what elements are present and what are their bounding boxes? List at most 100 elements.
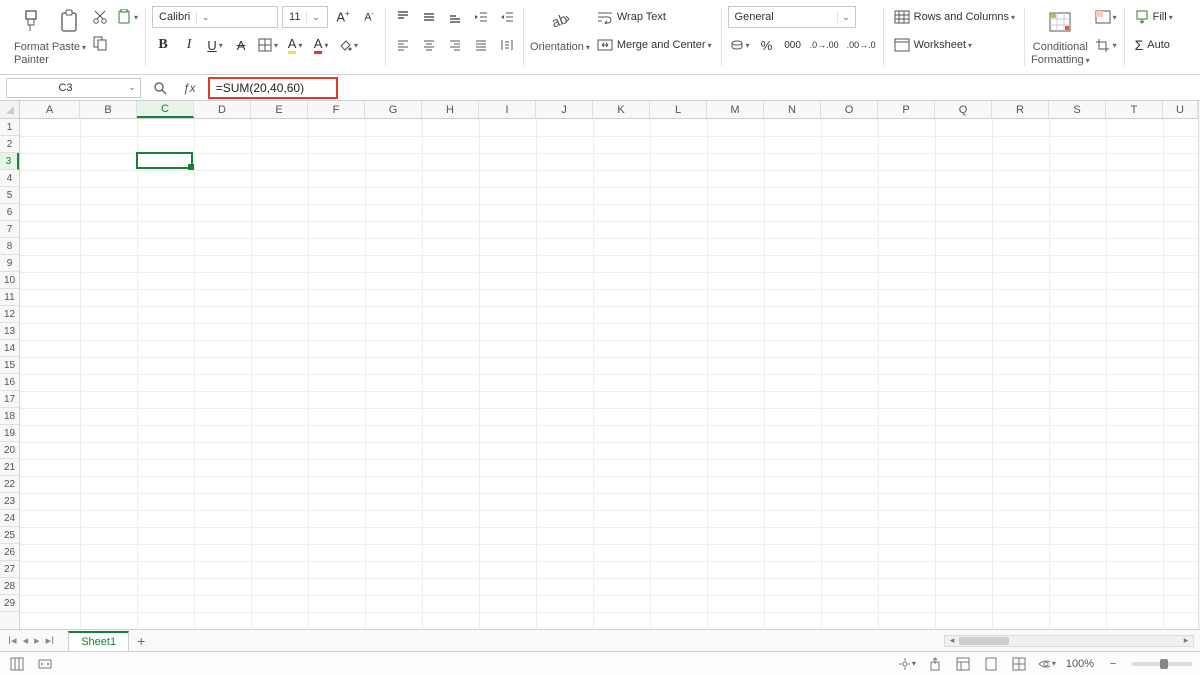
tab-next-button[interactable]: ▸ [34, 634, 40, 647]
orientation-button[interactable]: ab [546, 4, 574, 40]
highlight-button[interactable]: A▾ [284, 34, 306, 56]
row-header[interactable]: 6 [0, 204, 19, 221]
strikethrough-button[interactable]: A [230, 34, 252, 56]
row-header[interactable]: 28 [0, 578, 19, 595]
comma-button[interactable]: 000 [782, 34, 804, 56]
row-header[interactable]: 8 [0, 238, 19, 255]
column-header[interactable]: P [878, 101, 935, 118]
column-header[interactable]: K [593, 101, 650, 118]
column-header[interactable]: I [479, 101, 536, 118]
underline-button[interactable]: U▾ [204, 34, 226, 56]
row-header[interactable]: 22 [0, 476, 19, 493]
zoom-slider[interactable] [1132, 662, 1192, 666]
tab-last-button[interactable]: ▸I [46, 634, 55, 647]
align-center-button[interactable] [418, 34, 440, 56]
expand-formula-icon[interactable] [149, 81, 171, 95]
zoom-out-button[interactable]: − [1104, 655, 1122, 673]
row-header[interactable]: 4 [0, 170, 19, 187]
paste-button[interactable] [56, 4, 82, 40]
row-header[interactable]: 19 [0, 425, 19, 442]
column-header[interactable]: E [251, 101, 308, 118]
status-reading-icon[interactable] [36, 655, 54, 673]
row-header[interactable]: 18 [0, 408, 19, 425]
column-header[interactable]: O [821, 101, 878, 118]
name-box[interactable]: C3 ⌄ [6, 78, 141, 98]
number-format-select[interactable]: General⌄ [728, 6, 856, 28]
row-header[interactable]: 29 [0, 595, 19, 612]
column-header[interactable]: A [20, 101, 80, 118]
row-header[interactable]: 26 [0, 544, 19, 561]
row-header[interactable]: 24 [0, 510, 19, 527]
column-header[interactable]: N [764, 101, 821, 118]
format-painter-button[interactable] [18, 4, 44, 40]
justify-button[interactable] [470, 34, 492, 56]
column-header[interactable]: M [707, 101, 764, 118]
column-header[interactable]: S [1049, 101, 1106, 118]
row-header[interactable]: 1 [0, 119, 19, 136]
add-sheet-button[interactable]: + [137, 633, 145, 649]
row-header[interactable]: 14 [0, 340, 19, 357]
status-export-icon[interactable] [926, 655, 944, 673]
horizontal-scrollbar[interactable]: ◂ ▸ [145, 635, 1200, 647]
rows-columns-button[interactable]: Rows and Columns▾ [890, 6, 1019, 28]
bold-button[interactable]: B [152, 34, 174, 56]
column-header[interactable]: J [536, 101, 593, 118]
row-header[interactable]: 9 [0, 255, 19, 272]
increase-decimal-button[interactable]: .0→.00 [808, 34, 841, 56]
row-header[interactable]: 15 [0, 357, 19, 374]
column-header[interactable]: R [992, 101, 1049, 118]
view-page-button[interactable] [982, 655, 1000, 673]
tab-first-button[interactable]: I◂ [8, 634, 17, 647]
row-header[interactable]: 23 [0, 493, 19, 510]
status-grid-icon[interactable] [8, 655, 26, 673]
view-normal-button[interactable] [954, 655, 972, 673]
column-header[interactable]: C [137, 101, 194, 118]
crop-button[interactable]: ▾ [1093, 34, 1119, 56]
row-header[interactable]: 16 [0, 374, 19, 391]
cell[interactable]: 120 [137, 153, 194, 170]
conditional-formatting-button[interactable] [1046, 4, 1074, 40]
column-header[interactable]: G [365, 101, 422, 118]
column-header[interactable]: B [80, 101, 137, 118]
column-header[interactable]: L [650, 101, 707, 118]
sheet-tab-active[interactable]: Sheet1 [68, 631, 129, 651]
column-header[interactable]: Q [935, 101, 992, 118]
font-name-select[interactable]: Calibri⌄ [152, 6, 278, 28]
increase-indent-button[interactable] [496, 6, 518, 28]
row-header[interactable]: 5 [0, 187, 19, 204]
select-all-corner[interactable] [0, 101, 20, 119]
column-header[interactable]: D [194, 101, 251, 118]
zoom-level[interactable]: 100% [1066, 658, 1094, 670]
column-header[interactable]: H [422, 101, 479, 118]
worksheet-button[interactable]: Worksheet▾ [890, 34, 976, 56]
grow-font-button[interactable]: A+ [332, 6, 354, 28]
paste-special-button[interactable]: ▾ [114, 6, 140, 28]
tab-prev-button[interactable]: ◂ [23, 634, 29, 647]
currency-button[interactable]: ▾ [728, 34, 752, 56]
row-header[interactable]: 21 [0, 459, 19, 476]
decrease-decimal-button[interactable]: .00→.0 [845, 34, 878, 56]
column-header[interactable]: U [1163, 101, 1198, 118]
row-header[interactable]: 27 [0, 561, 19, 578]
align-left-button[interactable] [392, 34, 414, 56]
cell-styles-button[interactable]: ▾ [1093, 6, 1119, 28]
autosum-button[interactable]: ΣAuto [1131, 34, 1174, 56]
decrease-indent-button[interactable] [470, 6, 492, 28]
row-header[interactable]: 13 [0, 323, 19, 340]
align-bottom-button[interactable] [444, 6, 466, 28]
column-header[interactable]: F [308, 101, 365, 118]
copy-button[interactable] [89, 32, 111, 54]
fx-icon[interactable]: ƒx [179, 81, 200, 95]
row-header[interactable]: 3 [0, 153, 19, 170]
status-center-icon[interactable]: ▾ [898, 655, 916, 673]
formula-input[interactable]: =SUM(20,40,60) [208, 77, 338, 99]
row-header[interactable]: 2 [0, 136, 19, 153]
row-header[interactable]: 7 [0, 221, 19, 238]
distribute-button[interactable] [496, 34, 518, 56]
wrap-text-button[interactable]: Wrap Text [593, 6, 670, 28]
fill-color-button[interactable]: ▾ [336, 34, 360, 56]
column-header[interactable]: T [1106, 101, 1163, 118]
row-header[interactable]: 10 [0, 272, 19, 289]
row-header[interactable]: 20 [0, 442, 19, 459]
row-header[interactable]: 25 [0, 527, 19, 544]
